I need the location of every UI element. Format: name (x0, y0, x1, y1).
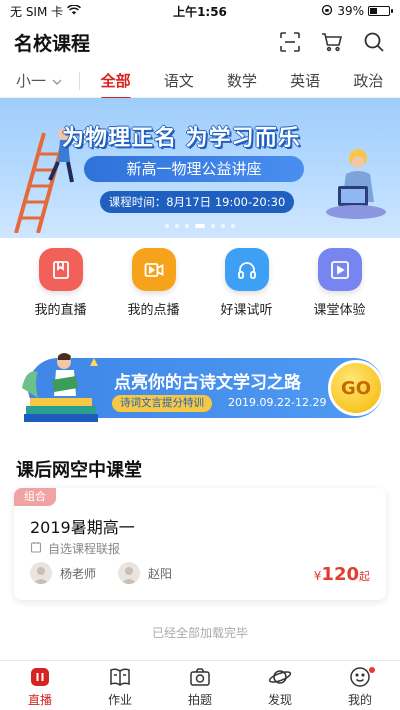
banner-subtitle: 新高一物理公益讲座 (84, 156, 304, 182)
promo-tag: 诗词文言提分特训 (112, 395, 212, 412)
grade-selector[interactable]: 小一 (0, 71, 80, 90)
price-value: 120 (321, 564, 359, 585)
headphones-icon (224, 248, 269, 291)
quick-actions: 我的直播 我的点播 好课试听 课堂体验 (0, 248, 400, 318)
banner-dot[interactable] (221, 224, 225, 228)
tab-2[interactable]: 数学 (223, 64, 261, 97)
teacher-name: 赵阳 (148, 566, 173, 581)
carrier-label: 无 SIM 卡 (10, 4, 64, 19)
battery-fill (370, 8, 377, 14)
bookmark-icon (38, 248, 83, 291)
play-screen-icon (317, 248, 362, 291)
banner-dot[interactable] (175, 224, 179, 228)
nav-label: 发现 (267, 693, 292, 707)
page-title: 名校课程 (14, 32, 91, 55)
banner-headline: 为物理正名 为学习而乐 (62, 126, 301, 151)
teacher-1: 赵阳 (118, 562, 172, 584)
tab-3[interactable]: 英语 (286, 64, 324, 97)
course-price: ¥ 120 起 (314, 564, 370, 585)
quick-action-2[interactable]: 好课试听 (207, 248, 287, 318)
banner-pagination (0, 224, 400, 228)
wifi-icon (67, 4, 82, 18)
nav-item-1[interactable]: 作业 (85, 665, 155, 710)
planet-icon (268, 665, 292, 689)
subject-tabs: 小一 全部 语文 数学 英语 政治 (0, 64, 400, 100)
hero-banner[interactable]: 为物理正名 为学习而乐 新高一物理公益讲座 课程时间：8月17日 19:00-2… (0, 98, 400, 238)
quick-action-label: 我的点播 (127, 303, 180, 318)
camera-icon (188, 665, 212, 689)
quick-action-label: 我的直播 (34, 303, 87, 318)
grade-label: 小一 (16, 72, 47, 90)
teacher-list: 杨老师 赵阳 (30, 562, 172, 584)
battery-icon (368, 6, 393, 16)
course-card[interactable]: 组合 2019暑期高一 自选课程联报 杨老师 赵阳 ¥ 120 起 (14, 488, 386, 600)
quick-action-0[interactable]: 我的直播 (21, 248, 101, 318)
video-icon (131, 248, 176, 291)
search-icon[interactable] (362, 30, 386, 54)
banner-dot[interactable] (211, 224, 215, 228)
promo-title: 点亮你的古诗文学习之路 (114, 373, 301, 393)
tab-1[interactable]: 语文 (160, 64, 198, 97)
price-currency: ¥ (313, 569, 322, 583)
nav-item-3[interactable]: 发现 (245, 665, 315, 710)
notification-dot (369, 667, 375, 673)
app-header: 名校课程 (0, 26, 400, 58)
avatar (118, 562, 141, 584)
teacher-0: 杨老师 (30, 562, 96, 584)
nav-label: 我的 (347, 693, 372, 707)
quick-action-label: 好课试听 (220, 303, 273, 318)
calendar-icon (30, 541, 42, 556)
nav-label: 直播 (27, 693, 52, 707)
quick-action-label: 课堂体验 (313, 303, 366, 318)
banner-dot[interactable] (165, 224, 169, 228)
promo-dates: 2019.09.22-12.29 (228, 396, 327, 409)
banner-dot[interactable] (185, 224, 189, 228)
battery-percent: 39% (337, 4, 364, 18)
end-of-list-note: 已经全部加载完毕 (151, 626, 248, 640)
course-title: 2019暑期高一 (30, 518, 135, 537)
book-icon (108, 665, 132, 689)
status-bar: 无 SIM 卡 上午1:56 39% (0, 0, 400, 22)
banner-time: 课程时间：8月17日 19:00-20:30 (100, 191, 294, 213)
live-icon (28, 665, 52, 689)
cart-icon[interactable] (320, 30, 344, 54)
banner-dot[interactable] (195, 224, 205, 228)
orientation-lock-icon (321, 4, 333, 19)
bottom-navigation: 直播 作业 拍题 发现 我的 (0, 660, 400, 710)
nav-label: 拍题 (187, 693, 212, 707)
quick-action-1[interactable]: 我的点播 (114, 248, 194, 318)
teacher-name: 杨老师 (60, 566, 97, 581)
reading-boy-illustration (22, 353, 98, 422)
combo-badge: 组合 (14, 488, 56, 506)
nav-item-0[interactable]: 直播 (5, 665, 75, 710)
nav-item-4[interactable]: 我的 (325, 665, 395, 710)
tab-4[interactable]: 政治 (349, 64, 387, 97)
study-girl-illustration (326, 149, 386, 219)
nav-label: 作业 (107, 693, 132, 707)
nav-item-2[interactable]: 拍题 (165, 665, 235, 710)
price-suffix: 起 (359, 570, 370, 583)
promo-banner[interactable]: 点亮你的古诗文学习之路 诗词文言提分特训 2019.09.22-12.29 GO (16, 348, 384, 428)
chevron-down-icon (52, 72, 62, 90)
course-meta-text: 自选课程联报 (48, 542, 121, 556)
course-meta: 自选课程联报 (30, 540, 120, 557)
banner-dot[interactable] (231, 224, 235, 228)
tab-list: 全部 语文 数学 英语 政治 (80, 64, 400, 100)
quick-action-3[interactable]: 课堂体验 (300, 248, 380, 318)
tab-0[interactable]: 全部 (97, 64, 135, 100)
go-button[interactable]: GO (328, 360, 384, 416)
scan-icon[interactable] (278, 30, 302, 54)
section-title: 课后网空中课堂 (16, 460, 142, 481)
avatar (30, 562, 52, 584)
